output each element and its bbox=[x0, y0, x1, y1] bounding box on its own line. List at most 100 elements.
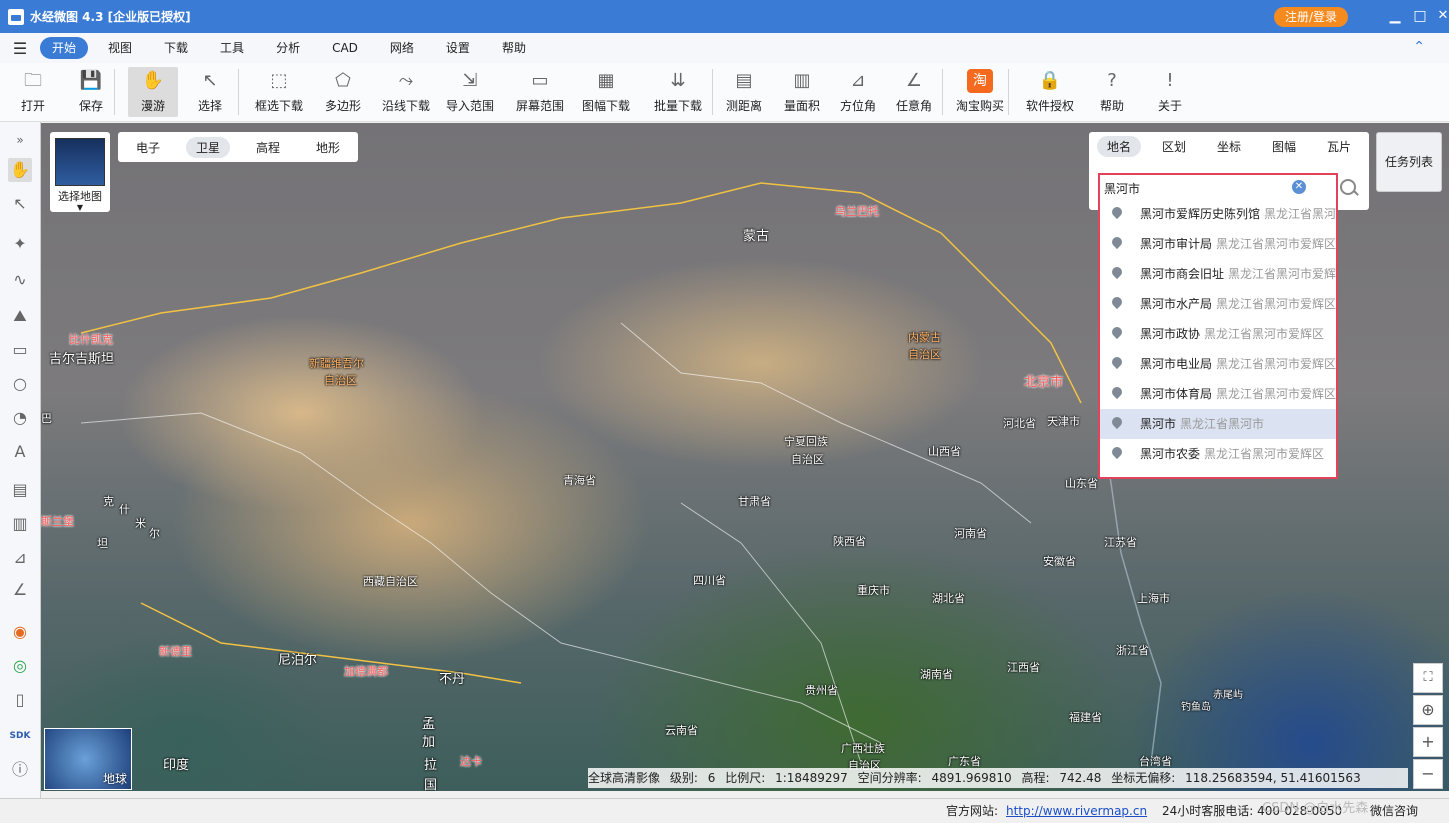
label-bangladesh-3: 拉 bbox=[424, 758, 438, 773]
search-tab-sheet[interactable]: 图幅 bbox=[1262, 136, 1306, 157]
website-link[interactable]: http://www.rivermap.cn bbox=[1006, 799, 1147, 823]
search-input[interactable]: 黑河市 ✕ bbox=[1098, 173, 1338, 201]
toolbar-button-ruler[interactable]: ▤ 测距离 bbox=[720, 67, 768, 117]
search-tab-coordinate[interactable]: 坐标 bbox=[1207, 136, 1251, 157]
search-result-item[interactable]: 黑河市电业局 黑龙江省黑河市爱辉区 bbox=[1100, 349, 1336, 379]
search-result-item[interactable]: 黑河市农委 黑龙江省黑河市爱辉区 bbox=[1100, 439, 1336, 469]
close-icon[interactable]: ✕ bbox=[1433, 6, 1449, 26]
search-result-item[interactable]: 黑河市审计局 黑龙江省黑河市爱辉区 bbox=[1100, 229, 1336, 259]
app-logo-icon bbox=[8, 8, 24, 25]
cursor-icon: ↖ bbox=[202, 70, 218, 91]
menu-cad[interactable]: CAD bbox=[320, 37, 370, 59]
toolbar-button-grid-download[interactable]: ▦ 图幅下载 bbox=[576, 67, 636, 117]
search-result-item[interactable]: 黑河市爱辉历史陈列馆 黑龙江省黑河 bbox=[1100, 199, 1336, 229]
label-kathmandu: 加德满都 bbox=[344, 665, 388, 678]
toolbar-button-taobao[interactable]: 淘淘宝购买 bbox=[952, 67, 1008, 117]
tab-electronic[interactable]: 电子 bbox=[126, 137, 170, 158]
toolbar-button-folder[interactable]: 🗀 打开 bbox=[8, 67, 58, 117]
search-result-item[interactable]: 黑河市水产局 黑龙江省黑河市爱辉区 bbox=[1100, 289, 1336, 319]
search-result-item[interactable]: 黑河市政协 黑龙江省黑河市爱辉区 bbox=[1100, 319, 1336, 349]
sdk-icon[interactable]: SDK bbox=[8, 724, 32, 748]
tab-satellite[interactable]: 卫星 bbox=[185, 136, 230, 158]
draw-line-icon[interactable]: ∿ bbox=[8, 268, 32, 292]
menu-network[interactable]: 网络 bbox=[378, 37, 426, 59]
pointer-icon[interactable]: ↖ bbox=[8, 192, 32, 216]
toolbar-button-screen[interactable]: ▭ 屏幕范围 bbox=[510, 67, 570, 117]
search-result-item[interactable]: 黑河市商会旧址 黑龙江省黑河市爱辉 bbox=[1100, 259, 1336, 289]
toolbar-button-batch-download[interactable]: ⇊ 批量下载 bbox=[648, 67, 708, 117]
expand-sidebar-icon[interactable]: » bbox=[8, 128, 32, 152]
clear-search-icon[interactable]: ✕ bbox=[1292, 180, 1306, 194]
toolbar-button-lock[interactable]: 🔒 软件授权 bbox=[1020, 67, 1080, 117]
hand-icon[interactable]: ✋ bbox=[8, 158, 32, 182]
menu-download[interactable]: 下载 bbox=[152, 37, 200, 59]
search-tab-placename[interactable]: 地名 bbox=[1097, 136, 1142, 157]
draw-area-icon[interactable]: ⛰ bbox=[8, 304, 32, 328]
tab-terrain[interactable]: 地形 bbox=[306, 137, 350, 158]
menu-help[interactable]: 帮助 bbox=[490, 37, 538, 59]
link-icon[interactable]: ◎ bbox=[8, 654, 32, 678]
toolbar-button-help[interactable]: ? 帮助 bbox=[1092, 67, 1132, 117]
level-label: 级别: bbox=[669, 771, 698, 785]
draw-rect-icon[interactable]: ▭ bbox=[8, 338, 32, 362]
globe-view-button[interactable]: 地球 bbox=[44, 728, 132, 790]
toolbar-button-label: 多边形 bbox=[324, 99, 361, 113]
result-address: 黑龙江省黑河市爱辉区 bbox=[1216, 297, 1336, 311]
zoom-in-button[interactable]: + bbox=[1413, 727, 1443, 757]
tab-elevation[interactable]: 高程 bbox=[246, 137, 290, 158]
toolbar-button-angle[interactable]: ∠ 任意角 bbox=[890, 67, 938, 117]
draw-circle-icon[interactable]: ○ bbox=[8, 372, 32, 396]
search-tab-tile[interactable]: 瓦片 bbox=[1317, 136, 1361, 157]
search-tab-division[interactable]: 区划 bbox=[1152, 136, 1196, 157]
add-text-icon[interactable]: A bbox=[8, 440, 32, 464]
task-list-button[interactable]: 任务列表 bbox=[1376, 132, 1442, 192]
search-icon[interactable] bbox=[1340, 179, 1356, 195]
label-gansu: 甘肃省 bbox=[738, 495, 771, 508]
toolbar-button-azimuth[interactable]: ⊿ 方位角 bbox=[834, 67, 882, 117]
toolbar-button-cursor[interactable]: ↖ 选择 bbox=[188, 67, 232, 117]
toolbar-button-rect-download[interactable]: ⬚ 框选下载 bbox=[248, 67, 310, 117]
help-icon[interactable]: ⓘ bbox=[8, 758, 32, 782]
menu-settings[interactable]: 设置 bbox=[434, 37, 482, 59]
locate-icon[interactable]: ⊕ bbox=[1413, 695, 1443, 725]
draw-arc-icon[interactable]: ◔ bbox=[8, 406, 32, 430]
select-map-button[interactable]: 选择地图 ▼ bbox=[50, 132, 110, 212]
draw-point-icon[interactable]: ✦ bbox=[8, 232, 32, 256]
label-ningxia-2: 自治区 bbox=[791, 453, 824, 466]
toolbar-button-area[interactable]: ▥ 量面积 bbox=[778, 67, 826, 117]
menu-view[interactable]: 视图 bbox=[96, 37, 144, 59]
login-button[interactable]: 注册/登录 bbox=[1274, 7, 1348, 27]
wechat-consult-link[interactable]: 微信咨询 bbox=[1370, 799, 1418, 823]
angle-icon[interactable]: ∠ bbox=[8, 578, 32, 602]
maximize-icon[interactable]: □ bbox=[1410, 6, 1430, 26]
toolbar-button-label: 帮助 bbox=[1099, 99, 1124, 113]
toolbar-button-label: 选择 bbox=[197, 99, 222, 113]
toolbar-button-save[interactable]: 💾 保存 bbox=[66, 67, 116, 117]
label-guangdong: 广东省 bbox=[948, 755, 981, 768]
hamburger-menu-icon[interactable]: ☰ bbox=[0, 39, 40, 58]
label-ningxia-1: 宁夏回族 bbox=[784, 435, 828, 448]
menu-tools[interactable]: 工具 bbox=[208, 37, 256, 59]
menu-start[interactable]: 开始 bbox=[40, 37, 89, 59]
menu-analysis[interactable]: 分析 bbox=[264, 37, 312, 59]
search-result-item[interactable]: 黑河市 黑龙江省黑河市 bbox=[1100, 409, 1336, 439]
collapse-ribbon-icon[interactable]: ⌃ bbox=[1413, 39, 1425, 55]
toolbar-button-import[interactable]: ⇲ 导入范围 bbox=[442, 67, 498, 117]
minimize-icon[interactable]: ▁ bbox=[1385, 6, 1405, 26]
toolbar-button-info[interactable]: ! 关于 bbox=[1150, 67, 1190, 117]
area-measure-icon[interactable]: ▥ bbox=[8, 512, 32, 536]
toolbar-button-polygon[interactable]: ⬠ 多边形 bbox=[316, 67, 370, 117]
ruler-icon[interactable]: ▤ bbox=[8, 478, 32, 502]
search-result-item[interactable]: 黑河市体育局 黑龙江省黑河市爱辉区 bbox=[1100, 379, 1336, 409]
fullscreen-icon[interactable]: ⛶ bbox=[1413, 663, 1443, 693]
zoom-out-button[interactable]: − bbox=[1413, 759, 1443, 789]
label-guizhou: 贵州省 bbox=[805, 684, 838, 697]
plugin-icon[interactable]: ◉ bbox=[8, 620, 32, 644]
toolbar-button-hand[interactable]: ✋ 漫游 bbox=[128, 67, 178, 117]
rect-download-icon: ⬚ bbox=[270, 70, 288, 91]
polygon-icon: ⬠ bbox=[335, 70, 351, 91]
left-tool-sidebar: » ✋ ↖ ✦ ∿ ⛰ ▭ ○ ◔ A ▤ ▥ ⊿ ∠ ◉ ◎ ▯ SDK ⓘ bbox=[0, 122, 41, 798]
toolbar-button-polyline[interactable]: ⤳ 沿线下载 bbox=[376, 67, 436, 117]
mobile-icon[interactable]: ▯ bbox=[8, 688, 32, 712]
azimuth-icon[interactable]: ⊿ bbox=[8, 546, 32, 570]
